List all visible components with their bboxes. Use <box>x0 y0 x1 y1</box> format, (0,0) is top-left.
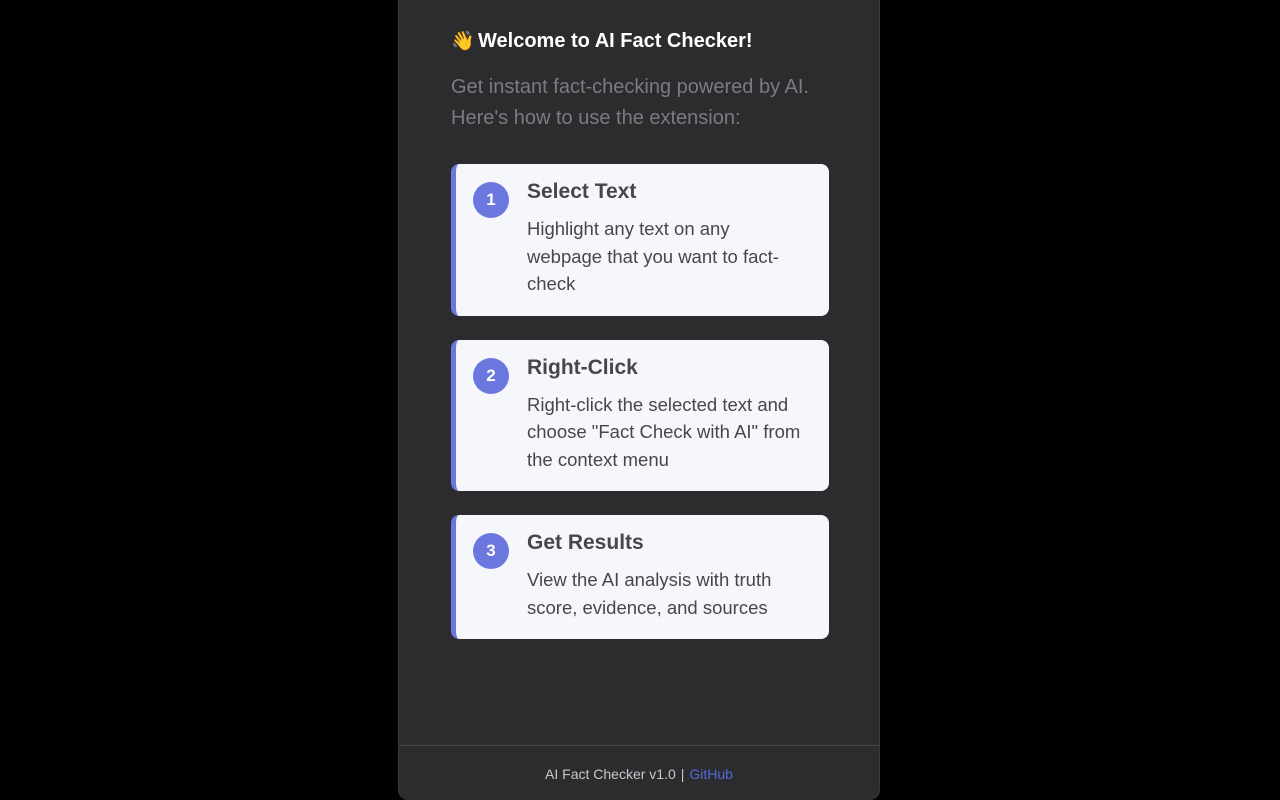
welcome-content: 👋 Welcome to AI Fact Checker! Get instan… <box>451 28 829 663</box>
step-title: Get Results <box>527 531 644 554</box>
version-text: AI Fact Checker v1.0 <box>545 765 676 782</box>
step-card-get-results: 3 Get Results View the AI analysis with … <box>451 515 829 639</box>
step-body: Select Text Highlight any text on any we… <box>527 178 809 298</box>
intro-text: Get instant fact-checking powered by AI.… <box>451 76 809 129</box>
step-description: Highlight any text on any webpage that y… <box>527 218 779 294</box>
step-description: View the AI analysis with truth score, e… <box>527 569 772 618</box>
step-number-badge: 3 <box>473 533 509 569</box>
step-card-right-click: 2 Right-Click Right-click the selected t… <box>451 339 829 491</box>
step-number-badge: 1 <box>473 182 509 218</box>
extension-popup: 👋 Welcome to AI Fact Checker! Get instan… <box>398 0 880 800</box>
step-body: Right-Click Right-click the selected tex… <box>527 354 809 474</box>
step-card-select-text: 1 Select Text Highlight any text on any … <box>451 164 829 316</box>
title-text: Welcome to AI Fact Checker! <box>478 29 753 52</box>
github-link[interactable]: GitHub <box>689 766 733 782</box>
page-title: 👋 Welcome to AI Fact Checker! <box>451 28 829 54</box>
step-title: Right-Click <box>527 355 638 379</box>
footer-separator: | <box>680 765 685 782</box>
waving-hand-icon: 👋 <box>451 30 475 52</box>
steps-list: 1 Select Text Highlight any text on any … <box>451 164 829 639</box>
step-body: Get Results View the AI analysis with tr… <box>527 529 809 621</box>
footer: AI Fact Checker v1.0 | GitHub <box>399 745 879 800</box>
step-description: Right-click the selected text and choose… <box>527 393 801 470</box>
step-number-badge: 2 <box>473 357 509 394</box>
step-title: Select Text <box>527 180 637 203</box>
